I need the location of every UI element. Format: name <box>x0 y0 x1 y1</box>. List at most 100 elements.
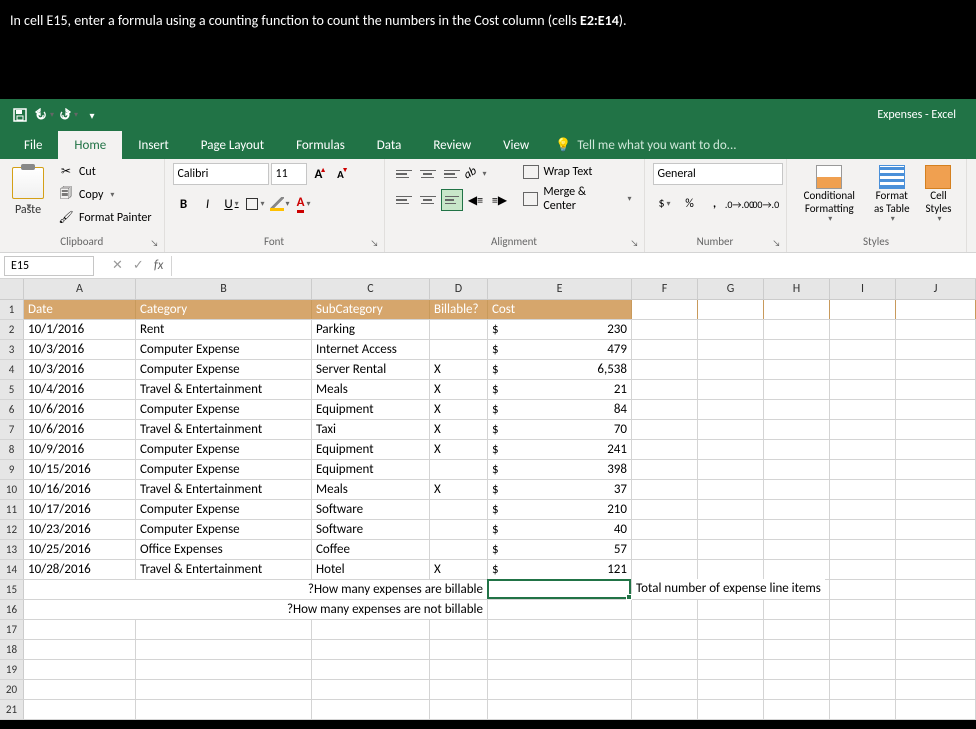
cell-j6[interactable] <box>896 400 976 419</box>
cell-d21[interactable] <box>430 700 488 719</box>
cell-e19[interactable] <box>488 660 632 679</box>
cell-h10[interactable] <box>764 480 830 499</box>
tab-file[interactable]: File <box>8 131 58 159</box>
cell-c19[interactable] <box>312 660 430 679</box>
font-color-button[interactable]: A <box>293 193 315 215</box>
cell-c17[interactable] <box>312 620 430 639</box>
cell-c14[interactable]: Hotel <box>312 560 430 579</box>
cell-i5[interactable] <box>830 380 896 399</box>
row-header-10[interactable]: 10 <box>0 480 24 499</box>
cell-a17[interactable] <box>24 620 136 639</box>
cell-b8[interactable]: Computer Expense <box>136 440 312 459</box>
col-header-j[interactable]: J <box>896 279 976 299</box>
cell-c9[interactable]: Equipment <box>312 460 430 479</box>
row-header-11[interactable]: 11 <box>0 500 24 519</box>
grow-font-button[interactable]: A▲ <box>309 163 329 185</box>
cell-d8[interactable]: X <box>430 440 488 459</box>
cell-b1[interactable]: Category <box>136 300 312 319</box>
cell-d18[interactable] <box>430 640 488 659</box>
cell-g16[interactable] <box>698 600 764 619</box>
cell-c10[interactable]: Meals <box>312 480 430 499</box>
font-launcher[interactable]: ↘ <box>368 236 382 250</box>
cell-c21[interactable] <box>312 700 430 719</box>
col-header-a[interactable]: A <box>24 279 136 299</box>
col-header-f[interactable]: F <box>632 279 698 299</box>
cell-c18[interactable] <box>312 640 430 659</box>
cell-g19[interactable] <box>698 660 764 679</box>
increase-decimal-button[interactable]: .0→.00 <box>728 193 752 215</box>
tab-review[interactable]: Review <box>417 131 487 159</box>
cell-f3[interactable] <box>632 340 698 359</box>
cell-i7[interactable] <box>830 420 896 439</box>
tab-view[interactable]: View <box>487 131 545 159</box>
cell-a2[interactable]: 10/1/2016 <box>24 320 136 339</box>
cell-i9[interactable] <box>830 460 896 479</box>
cell-h1[interactable] <box>764 300 830 319</box>
cancel-formula-icon[interactable]: ✕ <box>112 258 123 273</box>
cell-h14[interactable] <box>764 560 830 579</box>
cell-c12[interactable]: Software <box>312 520 430 539</box>
cell-e3[interactable]: $479 <box>488 340 632 359</box>
cell-e11[interactable]: $210 <box>488 500 632 519</box>
cell-j12[interactable] <box>896 520 976 539</box>
align-center-button[interactable] <box>417 189 439 211</box>
redo-button[interactable] <box>56 103 80 127</box>
decrease-indent-button[interactable]: ◀≡ <box>465 189 487 211</box>
select-all-corner[interactable] <box>0 279 24 299</box>
cell-i3[interactable] <box>830 340 896 359</box>
cell-i16[interactable] <box>830 600 896 619</box>
cell-d1[interactable]: Billable? <box>430 300 488 319</box>
qat-customize-icon[interactable]: ▾ <box>80 103 104 127</box>
clipboard-launcher[interactable]: ↘ <box>148 236 162 250</box>
cell-h9[interactable] <box>764 460 830 479</box>
cell-j9[interactable] <box>896 460 976 479</box>
cell-f21[interactable] <box>632 700 698 719</box>
number-launcher[interactable]: ↘ <box>770 236 784 250</box>
cell-j4[interactable] <box>896 360 976 379</box>
percent-button[interactable]: % <box>678 193 702 215</box>
cell-b14[interactable]: Travel & Entertainment <box>136 560 312 579</box>
row-header-8[interactable]: 8 <box>0 440 24 459</box>
cell-j10[interactable] <box>896 480 976 499</box>
increase-indent-button[interactable]: ≡▶ <box>489 189 511 211</box>
row-header-13[interactable]: 13 <box>0 540 24 559</box>
cell-j2[interactable] <box>896 320 976 339</box>
cell-c5[interactable]: Meals <box>312 380 430 399</box>
shrink-font-button[interactable]: A▼ <box>331 163 351 185</box>
cell-g9[interactable] <box>698 460 764 479</box>
bold-button[interactable]: B <box>173 193 195 215</box>
align-bottom-button[interactable] <box>441 163 463 185</box>
cell-d5[interactable]: X <box>430 380 488 399</box>
cell-f8[interactable] <box>632 440 698 459</box>
cell-c11[interactable]: Software <box>312 500 430 519</box>
cell-g1[interactable] <box>698 300 764 319</box>
cell-b15[interactable] <box>136 580 312 599</box>
wrap-text-button[interactable]: Wrap Text <box>519 163 636 181</box>
cell-d6[interactable]: X <box>430 400 488 419</box>
cell-g20[interactable] <box>698 680 764 699</box>
cell-b5[interactable]: Travel & Entertainment <box>136 380 312 399</box>
cell-a10[interactable]: 10/16/2016 <box>24 480 136 499</box>
cell-h6[interactable] <box>764 400 830 419</box>
cell-h18[interactable] <box>764 640 830 659</box>
cell-f5[interactable] <box>632 380 698 399</box>
cell-f16[interactable] <box>632 600 698 619</box>
cell-h4[interactable] <box>764 360 830 379</box>
col-header-i[interactable]: I <box>830 279 896 299</box>
cell-styles-button[interactable]: Cell Styles <box>919 163 957 233</box>
cell-a14[interactable]: 10/28/2016 <box>24 560 136 579</box>
font-size-select[interactable] <box>271 163 307 185</box>
underline-button[interactable]: U <box>221 193 243 215</box>
copy-button[interactable]: 🗐Copy <box>54 183 156 206</box>
row-header-9[interactable]: 9 <box>0 460 24 479</box>
cell-g14[interactable] <box>698 560 764 579</box>
cell-b4[interactable]: Computer Expense <box>136 360 312 379</box>
cell-i19[interactable] <box>830 660 896 679</box>
cell-g11[interactable] <box>698 500 764 519</box>
cell-b20[interactable] <box>136 680 312 699</box>
cell-j19[interactable] <box>896 660 976 679</box>
cell-d9[interactable] <box>430 460 488 479</box>
cell-a4[interactable]: 10/3/2016 <box>24 360 136 379</box>
col-header-e[interactable]: E <box>488 279 632 299</box>
tell-me-box[interactable]: 💡 Tell me what you want to do... <box>545 131 976 159</box>
